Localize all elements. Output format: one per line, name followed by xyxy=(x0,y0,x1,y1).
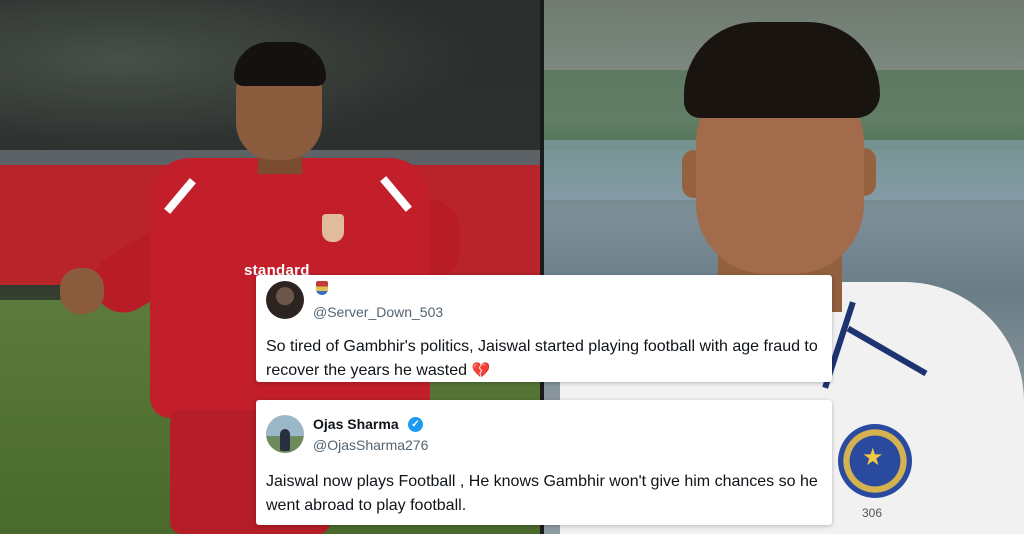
avatar-figure xyxy=(280,429,290,451)
tweet-text: So tired of Gambhir's politics, Jaiswal … xyxy=(266,335,826,383)
avatar[interactable] xyxy=(266,415,304,453)
player-hand xyxy=(60,268,104,314)
tweet-handle[interactable]: @Server_Down_503 xyxy=(313,304,443,320)
cricketer-hair xyxy=(684,22,880,118)
broken-heart-icon: 💔 xyxy=(471,362,491,379)
cap-number: 306 xyxy=(862,506,883,520)
verified-badge-icon: ✓ xyxy=(408,417,423,432)
club-crest xyxy=(322,214,344,242)
tweet-card[interactable]: @Server_Down_503 So tired of Gambhir's p… xyxy=(256,275,832,382)
tweet-handle[interactable]: @OjasSharma276 xyxy=(313,437,428,453)
tweet-author-name[interactable]: Ojas Sharma xyxy=(313,416,399,432)
tweet-card[interactable]: Ojas Sharma ✓ @OjasSharma276 Jaiswal now… xyxy=(256,400,832,525)
tweet-body: Jaiswal now plays Football , He knows Ga… xyxy=(266,473,818,514)
emblem-icon xyxy=(316,281,328,295)
star-icon: ★ xyxy=(862,444,884,471)
player-hair xyxy=(234,42,326,86)
tweet-body: So tired of Gambhir's politics, Jaiswal … xyxy=(266,338,818,379)
avatar[interactable] xyxy=(266,281,304,319)
